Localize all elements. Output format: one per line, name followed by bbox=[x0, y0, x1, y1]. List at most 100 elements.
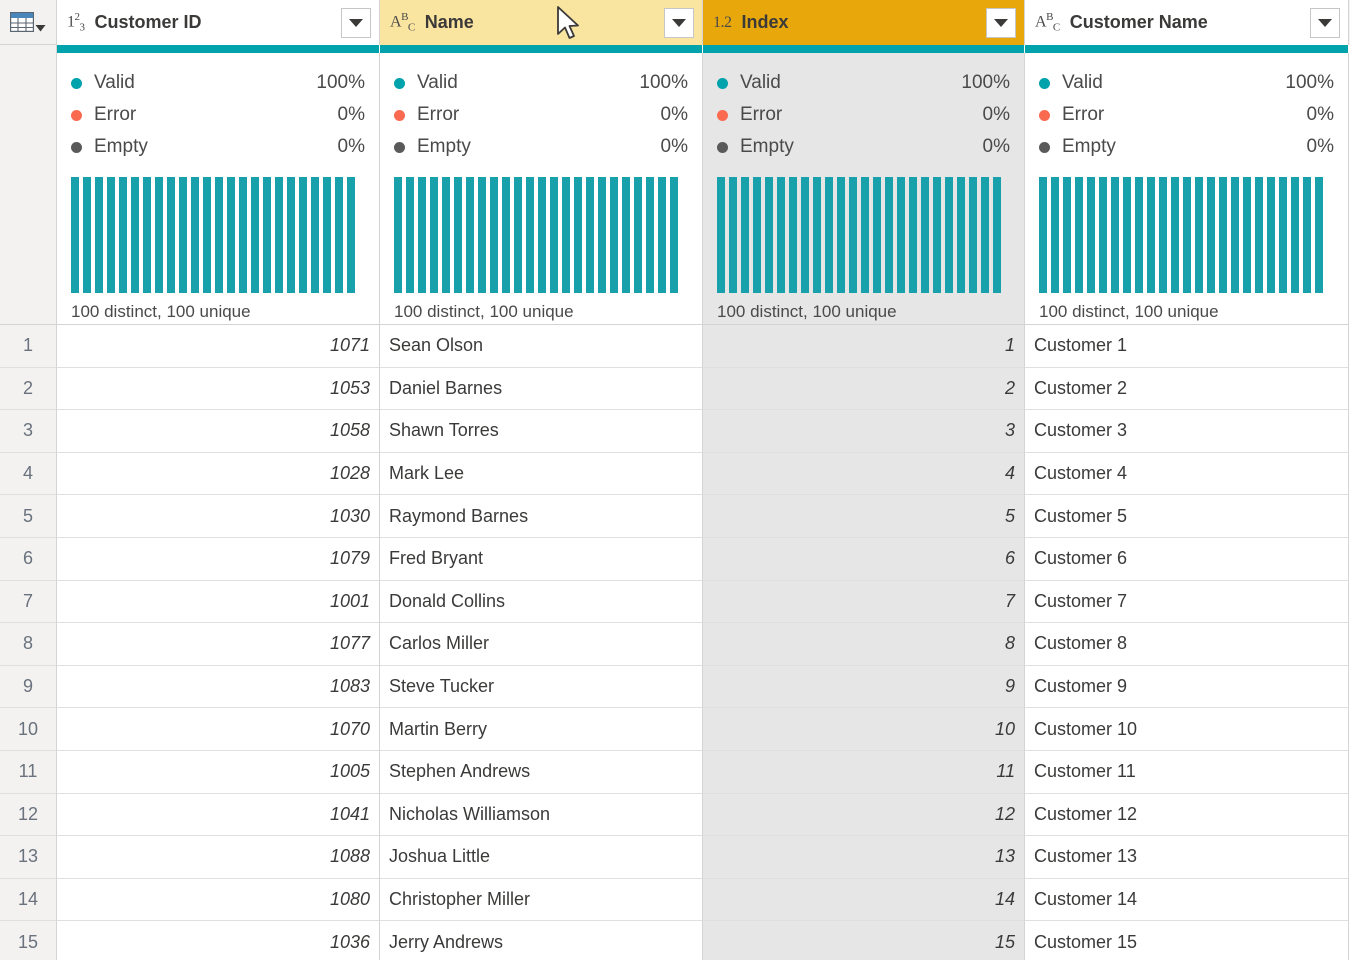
cell-customer_name[interactable]: Customer 10 bbox=[1025, 708, 1349, 751]
column-header-name[interactable]: ABC Name bbox=[380, 0, 703, 45]
column-quality-panel[interactable]: Valid 100% Error 0% Empty 0% 100 distinct, 100… bbox=[57, 53, 380, 325]
cell-customer_id[interactable]: 1030 bbox=[57, 495, 380, 538]
cell-name[interactable]: Mark Lee bbox=[380, 452, 703, 496]
table-row[interactable]: 13 1088 Joshua Little 13 Customer 13 bbox=[0, 836, 1350, 879]
cell-customer_name[interactable]: Customer 12 bbox=[1025, 793, 1349, 837]
column-filter-dropdown-button[interactable] bbox=[341, 7, 371, 38]
cell-index[interactable]: 15 bbox=[703, 921, 1025, 960]
cell-index[interactable]: 4 bbox=[703, 452, 1025, 496]
cell-name[interactable]: Daniel Barnes bbox=[380, 367, 703, 411]
cell-index[interactable]: 14 bbox=[703, 878, 1025, 922]
cell-index[interactable]: 13 bbox=[703, 836, 1025, 879]
cell-index[interactable]: 5 bbox=[703, 495, 1025, 538]
cell-customer_id[interactable]: 1080 bbox=[57, 878, 380, 922]
cell-customer_name[interactable]: Customer 2 bbox=[1025, 367, 1349, 411]
row-number-header[interactable]: 12 bbox=[0, 793, 57, 837]
value-distribution-chart[interactable] bbox=[1039, 177, 1334, 293]
cell-customer_name[interactable]: Customer 1 bbox=[1025, 325, 1349, 368]
cell-customer_id[interactable]: 1079 bbox=[57, 537, 380, 581]
cell-index[interactable]: 11 bbox=[703, 750, 1025, 794]
row-number-header[interactable]: 8 bbox=[0, 623, 57, 666]
row-number-header[interactable]: 2 bbox=[0, 367, 57, 411]
row-number-header[interactable]: 1 bbox=[0, 325, 57, 368]
cell-customer_id[interactable]: 1005 bbox=[57, 750, 380, 794]
row-number-header[interactable]: 15 bbox=[0, 921, 57, 960]
column-filter-dropdown-button[interactable] bbox=[986, 7, 1016, 38]
column-quality-panel[interactable]: Valid 100% Error 0% Empty 0% 100 distinct, 100… bbox=[1025, 53, 1349, 325]
table-row[interactable]: 14 1080 Christopher Miller 14 Customer 14 bbox=[0, 878, 1350, 922]
cell-customer_name[interactable]: Customer 9 bbox=[1025, 665, 1349, 709]
table-row[interactable]: 15 1036 Jerry Andrews 15 Customer 15 bbox=[0, 921, 1350, 960]
row-number-header[interactable]: 11 bbox=[0, 750, 57, 794]
column-quality-panel[interactable]: Valid 100% Error 0% Empty 0% 100 distinct, 100… bbox=[703, 53, 1025, 325]
row-number-header[interactable]: 5 bbox=[0, 495, 57, 538]
cell-customer_id[interactable]: 1077 bbox=[57, 623, 380, 666]
table-row[interactable]: 2 1053 Daniel Barnes 2 Customer 2 bbox=[0, 367, 1350, 411]
cell-name[interactable]: Stephen Andrews bbox=[380, 750, 703, 794]
cell-customer_id[interactable]: 1071 bbox=[57, 325, 380, 368]
cell-customer_name[interactable]: Customer 6 bbox=[1025, 537, 1349, 581]
cell-index[interactable]: 9 bbox=[703, 665, 1025, 709]
table-row[interactable]: 3 1058 Shawn Torres 3 Customer 3 bbox=[0, 410, 1350, 453]
cell-customer_name[interactable]: Customer 14 bbox=[1025, 878, 1349, 922]
cell-customer_id[interactable]: 1083 bbox=[57, 665, 380, 709]
cell-customer_id[interactable]: 1036 bbox=[57, 921, 380, 960]
value-distribution-chart[interactable] bbox=[394, 177, 688, 293]
cell-index[interactable]: 6 bbox=[703, 537, 1025, 581]
cell-customer_id[interactable]: 1028 bbox=[57, 452, 380, 496]
cell-customer_name[interactable]: Customer 11 bbox=[1025, 750, 1349, 794]
select-all-corner-button[interactable] bbox=[0, 0, 57, 45]
column-filter-dropdown-button[interactable] bbox=[664, 7, 694, 38]
column-header-customer-name[interactable]: ABC Customer Name bbox=[1025, 0, 1349, 45]
cell-index[interactable]: 7 bbox=[703, 580, 1025, 624]
cell-customer_id[interactable]: 1070 bbox=[57, 708, 380, 751]
cell-name[interactable]: Jerry Andrews bbox=[380, 921, 703, 960]
cell-name[interactable]: Donald Collins bbox=[380, 580, 703, 624]
table-row[interactable]: 7 1001 Donald Collins 7 Customer 7 bbox=[0, 580, 1350, 624]
cell-customer_id[interactable]: 1088 bbox=[57, 836, 380, 879]
table-row[interactable]: 4 1028 Mark Lee 4 Customer 4 bbox=[0, 452, 1350, 496]
column-quality-panel[interactable]: Valid 100% Error 0% Empty 0% 100 distinct, 100… bbox=[380, 53, 703, 325]
cell-index[interactable]: 8 bbox=[703, 623, 1025, 666]
cell-name[interactable]: Nicholas Williamson bbox=[380, 793, 703, 837]
table-row[interactable]: 6 1079 Fred Bryant 6 Customer 6 bbox=[0, 537, 1350, 581]
cell-customer_name[interactable]: Customer 15 bbox=[1025, 921, 1349, 960]
row-number-header[interactable]: 4 bbox=[0, 452, 57, 496]
value-distribution-chart[interactable] bbox=[71, 177, 365, 293]
cell-index[interactable]: 10 bbox=[703, 708, 1025, 751]
column-filter-dropdown-button[interactable] bbox=[1310, 7, 1340, 38]
cell-name[interactable]: Shawn Torres bbox=[380, 410, 703, 453]
row-number-header[interactable]: 13 bbox=[0, 836, 57, 879]
cell-index[interactable]: 12 bbox=[703, 793, 1025, 837]
cell-name[interactable]: Carlos Miller bbox=[380, 623, 703, 666]
cell-name[interactable]: Raymond Barnes bbox=[380, 495, 703, 538]
table-row[interactable]: 8 1077 Carlos Miller 8 Customer 8 bbox=[0, 623, 1350, 666]
table-row[interactable]: 11 1005 Stephen Andrews 11 Customer 11 bbox=[0, 750, 1350, 794]
row-number-header[interactable]: 6 bbox=[0, 537, 57, 581]
row-number-header[interactable]: 14 bbox=[0, 878, 57, 922]
cell-name[interactable]: Joshua Little bbox=[380, 836, 703, 879]
table-row[interactable]: 5 1030 Raymond Barnes 5 Customer 5 bbox=[0, 495, 1350, 538]
column-header-index[interactable]: 1.2 Index bbox=[703, 0, 1025, 45]
value-distribution-chart[interactable] bbox=[717, 177, 1010, 293]
cell-customer_name[interactable]: Customer 3 bbox=[1025, 410, 1349, 453]
cell-index[interactable]: 1 bbox=[703, 325, 1025, 368]
table-row[interactable]: 1 1071 Sean Olson 1 Customer 1 bbox=[0, 325, 1350, 368]
table-row[interactable]: 9 1083 Steve Tucker 9 Customer 9 bbox=[0, 665, 1350, 709]
table-row[interactable]: 10 1070 Martin Berry 10 Customer 10 bbox=[0, 708, 1350, 751]
cell-customer_id[interactable]: 1041 bbox=[57, 793, 380, 837]
cell-customer_id[interactable]: 1058 bbox=[57, 410, 380, 453]
table-row[interactable]: 12 1041 Nicholas Williamson 12 Customer 12 bbox=[0, 793, 1350, 837]
cell-name[interactable]: Fred Bryant bbox=[380, 537, 703, 581]
cell-name[interactable]: Steve Tucker bbox=[380, 665, 703, 709]
cell-name[interactable]: Sean Olson bbox=[380, 325, 703, 368]
column-header-customer-id[interactable]: 123 Customer ID bbox=[57, 0, 380, 45]
cell-customer_id[interactable]: 1053 bbox=[57, 367, 380, 411]
cell-customer_name[interactable]: Customer 7 bbox=[1025, 580, 1349, 624]
cell-customer_name[interactable]: Customer 8 bbox=[1025, 623, 1349, 666]
row-number-header[interactable]: 9 bbox=[0, 665, 57, 709]
cell-name[interactable]: Martin Berry bbox=[380, 708, 703, 751]
row-number-header[interactable]: 10 bbox=[0, 708, 57, 751]
cell-customer_id[interactable]: 1001 bbox=[57, 580, 380, 624]
row-number-header[interactable]: 3 bbox=[0, 410, 57, 453]
